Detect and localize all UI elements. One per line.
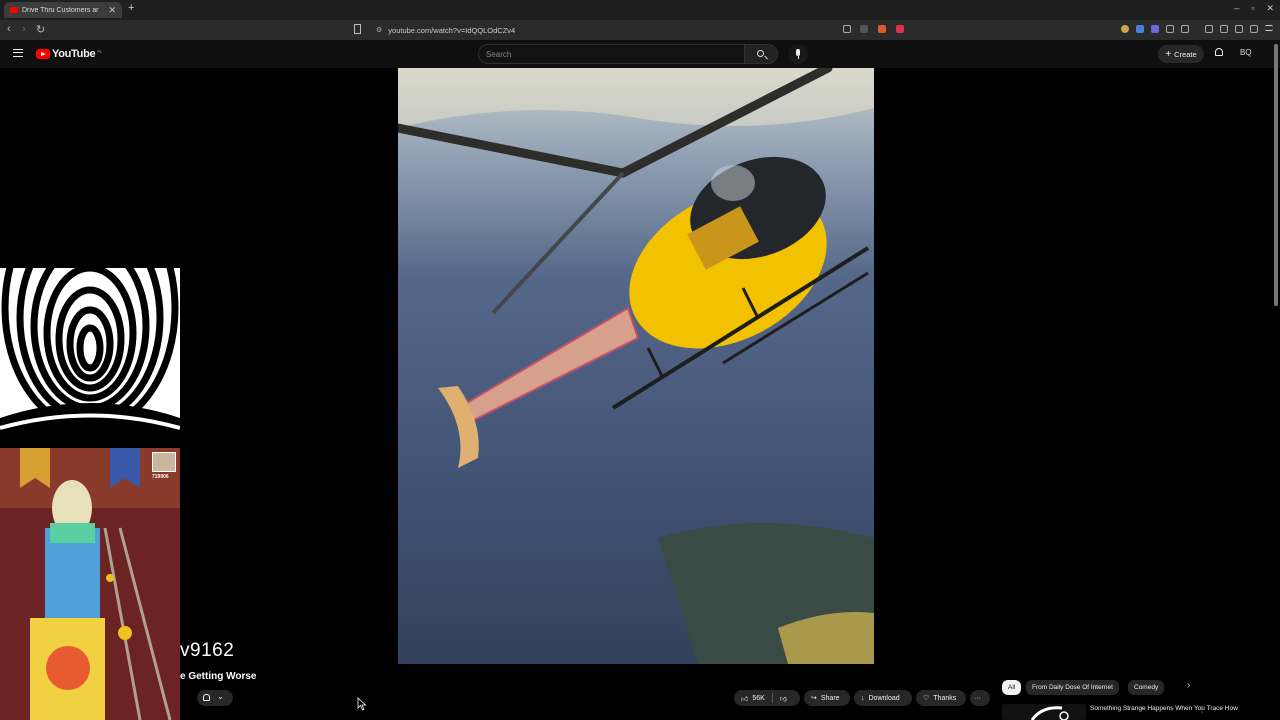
hamburger-menu-icon[interactable]: [13, 49, 23, 57]
download-label: Download: [868, 694, 900, 702]
wallet-icon[interactable]: [1181, 25, 1189, 33]
reload-button[interactable]: ↻: [36, 23, 45, 36]
logo-country-code: PL: [97, 48, 103, 54]
voice-search-button[interactable]: [788, 44, 808, 64]
create-button[interactable]: + Create: [1158, 45, 1204, 63]
game-score: 719906: [152, 474, 169, 480]
page-scrollbar[interactable]: [1274, 44, 1278, 306]
spiral-illusion-graphic: [0, 268, 180, 448]
close-window-button[interactable]: ✕: [1266, 3, 1274, 14]
wallet-icon[interactable]: [1235, 25, 1243, 33]
player-avatar-badge: [152, 452, 176, 472]
thumbs-down-icon[interactable]: 👎︎: [780, 694, 787, 703]
window-controls: – ▫ ✕: [1234, 3, 1274, 14]
chip-from-daily-dose[interactable]: From Daily Dose Of Internet: [1026, 680, 1119, 695]
forward-button[interactable]: ›: [22, 23, 26, 35]
browser-tab-strip: Drive Thru Customers ar ✕ + – ▫ ✕: [0, 0, 1280, 20]
more-actions-button[interactable]: ···: [970, 690, 990, 706]
like-count[interactable]: 56K: [752, 695, 764, 702]
plus-icon: +: [1165, 48, 1172, 60]
thanks-heart-icon: ♡: [923, 695, 930, 702]
thanks-button[interactable]: ♡ Thanks: [916, 690, 966, 706]
search-input[interactable]: [478, 44, 746, 64]
search-button[interactable]: [744, 44, 778, 64]
extension-icon[interactable]: [1136, 25, 1144, 33]
share-button[interactable]: ↪ Share: [804, 690, 850, 706]
brave-rewards-icon[interactable]: [896, 25, 904, 33]
youtube-logo[interactable]: YouTube PL: [36, 48, 102, 60]
subscription-notification-button[interactable]: ⌄: [197, 690, 233, 706]
maximize-button[interactable]: ▫: [1251, 3, 1254, 14]
media-icon[interactable]: [1205, 25, 1213, 33]
video-title: e Getting Worse: [180, 671, 257, 682]
cast-icon[interactable]: [843, 25, 851, 33]
create-label: Create: [1174, 49, 1197, 59]
game-overlay-clip: 719906: [0, 448, 180, 720]
notifications-bell-icon[interactable]: [1215, 48, 1223, 56]
share-label: Share: [820, 694, 840, 702]
chip-comedy[interactable]: Comedy: [1128, 680, 1165, 695]
recommended-more-icon[interactable]: ⋮: [1198, 705, 1206, 714]
more-dots-icon: ···: [974, 694, 981, 702]
download-icon: ↓: [861, 694, 865, 702]
chip-all[interactable]: All: [1002, 680, 1022, 695]
bell-icon: [203, 694, 210, 701]
youtube-play-icon: [36, 49, 50, 59]
spiral-overlay-clip: [0, 268, 180, 448]
logo-text: YouTube: [52, 48, 96, 60]
new-tab-button[interactable]: +: [128, 2, 134, 14]
search-icon: [757, 50, 764, 57]
share-arrow-icon: ↪: [811, 695, 817, 702]
like-dislike-group: 👍︎ 56K 👎︎: [734, 690, 800, 706]
translate-icon[interactable]: [860, 25, 868, 33]
chips-next-icon[interactable]: ›: [1187, 680, 1190, 691]
thumbnail-graphic: [1002, 704, 1086, 720]
puzzle-icon[interactable]: [1166, 25, 1174, 33]
download-button[interactable]: ↓ Download: [854, 690, 912, 706]
url-text: youtube.com/watch?v=IdQQLOdCZv4: [388, 25, 516, 35]
thumbs-up-icon[interactable]: 👍︎: [741, 694, 748, 703]
search-bar: [478, 44, 808, 64]
address-bar[interactable]: ⚙ youtube.com/watch?v=IdQQLOdCZv4: [370, 22, 910, 38]
youtube-favicon-icon: [10, 7, 18, 13]
thanks-label: Thanks: [933, 694, 957, 702]
chevron-down-icon: ⌄: [217, 692, 224, 701]
runner-game-graphic: [0, 448, 180, 720]
recommended-video-item[interactable]: Something Strange Happens When You Trace…: [1002, 704, 1272, 720]
bookmark-icon[interactable]: [354, 24, 361, 34]
avatar[interactable]: BQ: [1240, 48, 1252, 57]
browser-tab-active[interactable]: Drive Thru Customers ar ✕: [4, 2, 122, 18]
extension-icon[interactable]: [1121, 25, 1129, 33]
video-player[interactable]: [398, 68, 874, 664]
overlay-username-text: v9162: [180, 640, 235, 661]
minimize-button[interactable]: –: [1234, 3, 1239, 14]
browser-menu-icon[interactable]: [1265, 25, 1273, 31]
mouse-cursor-icon: [357, 697, 367, 711]
video-frame-helicopter: [398, 68, 874, 664]
tab-close-icon[interactable]: ✕: [108, 5, 116, 16]
leo-icon[interactable]: [1250, 25, 1258, 33]
divider: [771, 693, 773, 703]
site-info-icon[interactable]: ⚙: [376, 26, 382, 34]
youtube-header: YouTube PL + Create BQ: [0, 40, 1280, 68]
tab-title: Drive Thru Customers ar: [22, 6, 99, 14]
recommended-thumbnail[interactable]: [1002, 704, 1086, 720]
brave-shield-icon[interactable]: [878, 25, 886, 33]
browser-navbar: ‹ › ↻ ⚙ youtube.com/watch?v=IdQQLOdCZv4: [0, 20, 1280, 40]
sidebar-icon[interactable]: [1220, 25, 1228, 33]
back-button[interactable]: ‹: [7, 23, 11, 35]
extension-icon[interactable]: [1151, 25, 1159, 33]
recommended-title[interactable]: Something Strange Happens When You Trace…: [1090, 705, 1265, 713]
